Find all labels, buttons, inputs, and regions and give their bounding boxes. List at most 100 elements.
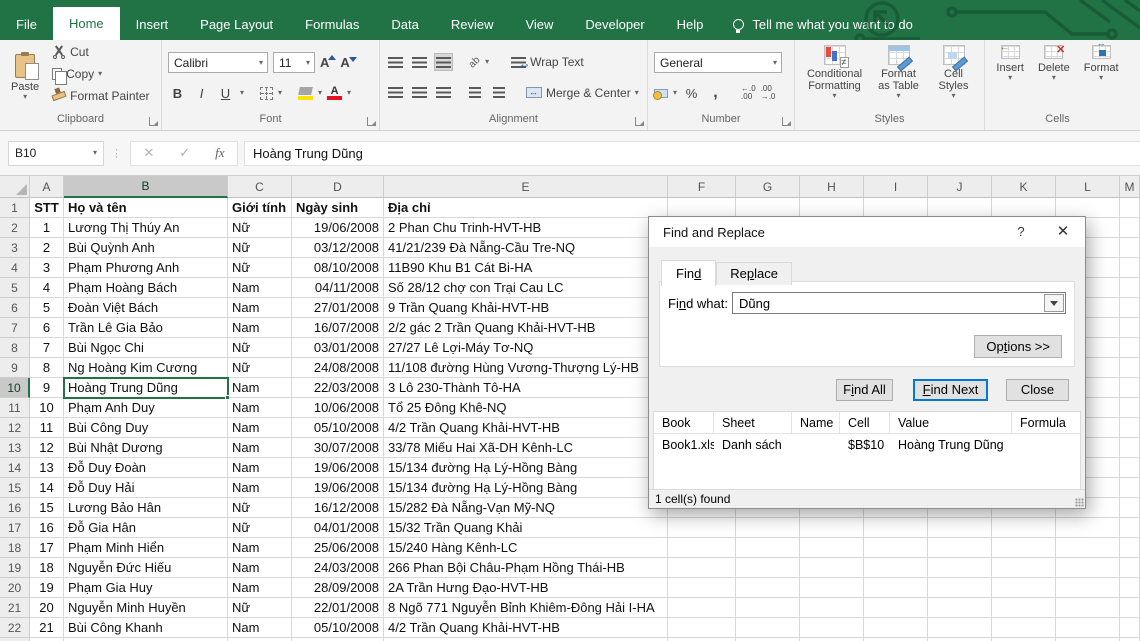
find-what-dropdown-button[interactable] <box>1044 294 1064 312</box>
row-header-3[interactable]: 3 <box>0 238 30 258</box>
number-dialog-launcher[interactable] <box>782 117 791 126</box>
cell-M15[interactable] <box>1120 478 1140 498</box>
cell-D15[interactable]: 19/06/2008 <box>292 478 384 498</box>
cell-M6[interactable] <box>1120 298 1140 318</box>
cell-B4[interactable]: Phạm Phương Anh <box>64 258 228 278</box>
cell-C6[interactable]: Nam <box>228 298 292 318</box>
results-header-value[interactable]: Value <box>890 412 1012 433</box>
cell-F20[interactable] <box>668 578 736 598</box>
cell-A4[interactable]: 3 <box>30 258 64 278</box>
orientation-dropdown-icon[interactable]: ▾ <box>485 58 489 66</box>
ribbon-tab-developer[interactable]: Developer <box>569 9 660 40</box>
fill-handle[interactable] <box>225 395 230 400</box>
column-header-L[interactable]: L <box>1056 176 1120 198</box>
formula-input[interactable]: Hoàng Trung Dũng <box>244 141 1140 166</box>
cell-A19[interactable]: 18 <box>30 558 64 578</box>
cell-M3[interactable] <box>1120 238 1140 258</box>
cell-D16[interactable]: 16/12/2008 <box>292 498 384 518</box>
cell-M9[interactable] <box>1120 358 1140 378</box>
cell-J20[interactable] <box>928 578 992 598</box>
copy-button[interactable]: Copy ▾ <box>52 64 149 84</box>
cell-H22[interactable] <box>800 618 864 638</box>
cell-D3[interactable]: 03/12/2008 <box>292 238 384 258</box>
cell-L21[interactable] <box>1056 598 1120 618</box>
cell-B15[interactable]: Đỗ Duy Hải <box>64 478 228 498</box>
cell-G20[interactable] <box>736 578 800 598</box>
ribbon-tab-insert[interactable]: Insert <box>120 9 185 40</box>
cell-F21[interactable] <box>668 598 736 618</box>
ribbon-tab-data[interactable]: Data <box>375 9 434 40</box>
result-row[interactable]: Book1.xlsxDanh sách$B$10Hoàng Trung Dũng <box>654 434 1080 456</box>
cell-C22[interactable]: Nam <box>228 618 292 638</box>
tab-replace[interactable]: Replace <box>716 262 792 285</box>
ribbon-tab-help[interactable]: Help <box>661 9 720 40</box>
merge-center-button[interactable]: Merge & Center ▾ <box>526 83 639 103</box>
cell-C7[interactable]: Nam <box>228 318 292 338</box>
cell-L18[interactable] <box>1056 538 1120 558</box>
row-header-20[interactable]: 20 <box>0 578 30 598</box>
cell-L19[interactable] <box>1056 558 1120 578</box>
row-header-1[interactable]: 1 <box>0 198 30 218</box>
cell-H17[interactable] <box>800 518 864 538</box>
cell-M19[interactable] <box>1120 558 1140 578</box>
results-header-cell[interactable]: Cell <box>840 412 890 433</box>
cut-button[interactable]: Cut <box>52 42 149 62</box>
cell-B5[interactable]: Phạm Hoàng Bách <box>64 278 228 298</box>
column-header-D[interactable]: D <box>292 176 384 198</box>
row-header-2[interactable]: 2 <box>0 218 30 238</box>
cell-B1[interactable]: Họ và tên <box>64 198 228 218</box>
cell-G19[interactable] <box>736 558 800 578</box>
row-header-10[interactable]: 10 <box>0 378 30 398</box>
cell-D1[interactable]: Ngày sinh <box>292 198 384 218</box>
ribbon-tab-file[interactable]: File <box>0 9 53 40</box>
cell-M2[interactable] <box>1120 218 1140 238</box>
cell-C1[interactable]: Giới tính <box>228 198 292 218</box>
column-header-J[interactable]: J <box>928 176 992 198</box>
cell-I1[interactable] <box>864 198 928 218</box>
format-cells-button[interactable]: Format ▾ <box>1079 42 1124 85</box>
options-button[interactable]: Options >> <box>974 335 1062 358</box>
font-family-combo[interactable]: Calibri▾ <box>168 52 268 73</box>
cell-F1[interactable] <box>668 198 736 218</box>
wrap-text-button[interactable]: Wrap Text <box>511 52 584 72</box>
cell-M4[interactable] <box>1120 258 1140 278</box>
bottom-align-button[interactable] <box>434 53 453 71</box>
cell-I22[interactable] <box>864 618 928 638</box>
cell-I17[interactable] <box>864 518 928 538</box>
cell-E4[interactable]: 11B90 Khu B1 Cát Bi-HA <box>384 258 668 278</box>
cell-C8[interactable]: Nữ <box>228 338 292 358</box>
column-header-H[interactable]: H <box>800 176 864 198</box>
cell-D13[interactable]: 30/07/2008 <box>292 438 384 458</box>
italic-button[interactable]: I <box>192 84 211 103</box>
cell-J22[interactable] <box>928 618 992 638</box>
cell-F17[interactable] <box>668 518 736 538</box>
cell-J19[interactable] <box>928 558 992 578</box>
percent-style-button[interactable]: % <box>682 84 701 103</box>
cell-D21[interactable]: 22/01/2008 <box>292 598 384 618</box>
row-header-12[interactable]: 12 <box>0 418 30 438</box>
font-dialog-launcher[interactable] <box>367 117 376 126</box>
row-header-21[interactable]: 21 <box>0 598 30 618</box>
row-header-14[interactable]: 14 <box>0 458 30 478</box>
borders-dropdown-icon[interactable]: ▾ <box>278 89 282 97</box>
conditional-formatting-button[interactable]: Conditional Formatting ▾ <box>802 42 868 103</box>
cell-F19[interactable] <box>668 558 736 578</box>
cell-F22[interactable] <box>668 618 736 638</box>
cell-E1[interactable]: Địa chỉ <box>384 198 668 218</box>
clipboard-dialog-launcher[interactable] <box>149 117 158 126</box>
cell-D22[interactable]: 05/10/2008 <box>292 618 384 638</box>
row-header-4[interactable]: 4 <box>0 258 30 278</box>
resize-grip[interactable] <box>1075 498 1084 507</box>
results-header-name[interactable]: Name <box>792 412 840 433</box>
tab-find[interactable]: Find <box>661 260 716 286</box>
cell-K20[interactable] <box>992 578 1056 598</box>
cell-E5[interactable]: Số 28/12 chợ con Trại Cau LC <box>384 278 668 298</box>
bold-button[interactable]: B <box>168 84 187 103</box>
cell-E7[interactable]: 2/2 gác 2 Trần Quang Khải-HVT-HB <box>384 318 668 338</box>
cell-C18[interactable]: Nam <box>228 538 292 558</box>
cell-I19[interactable] <box>864 558 928 578</box>
orientation-button[interactable]: ab <box>467 55 483 71</box>
cell-B16[interactable]: Lương Bảo Hân <box>64 498 228 518</box>
ribbon-tab-formulas[interactable]: Formulas <box>289 9 375 40</box>
cell-B19[interactable]: Nguyễn Đức Hiếu <box>64 558 228 578</box>
